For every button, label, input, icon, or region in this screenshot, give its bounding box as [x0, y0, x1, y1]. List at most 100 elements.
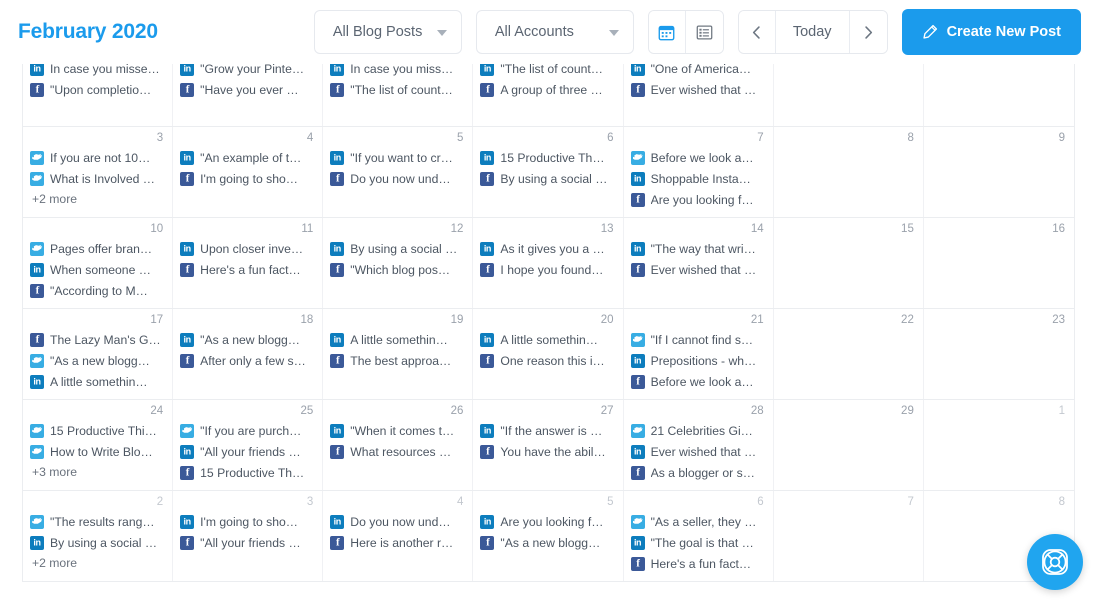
calendar-event[interactable]: "The way that wri…	[630, 238, 766, 259]
calendar-event[interactable]: Before we look a…	[630, 147, 766, 168]
calendar-event[interactable]: "Have you ever …	[180, 79, 315, 100]
calendar-day-cell[interactable]: 5Are you looking f… "As a new blogg…	[473, 491, 624, 581]
calendar-event[interactable]: "An example of t…	[180, 147, 315, 168]
calendar-event[interactable]: Ever wished that …	[630, 441, 766, 462]
calendar-event[interactable]: After only a few s…	[180, 350, 315, 371]
calendar-event[interactable]: "As a new blogg…	[480, 532, 615, 553]
calendar-day-cell[interactable]: 7	[774, 491, 924, 581]
calendar-event[interactable]: Do you now und…	[330, 168, 465, 189]
calendar-day-cell[interactable]: 4 Do you now und… Here is another r…	[323, 491, 474, 581]
calendar-event[interactable]: I hope you found…	[480, 259, 615, 280]
calendar-event[interactable]: In case you miss…	[330, 64, 465, 79]
calendar-day-cell[interactable]: 3 If you are not 10… What is Involved … +2 …	[23, 127, 174, 217]
calendar-event[interactable]: Are you looking f…	[480, 511, 615, 532]
calendar-day-cell[interactable]: 24 15 Productive Thi… How to Write Blo… +3 …	[23, 400, 174, 490]
calendar-event[interactable]: As it gives you a …	[480, 238, 615, 259]
calendar-event[interactable]: When someone …	[30, 259, 165, 280]
calendar-day-cell[interactable]: 30"The list of count…A group of three …	[473, 64, 624, 126]
calendar-day-cell[interactable]: 615 Productive Th… By using a social …	[473, 127, 624, 217]
calendar-day-cell[interactable]: 16	[924, 218, 1074, 308]
calendar-day-cell[interactable]: 29In case you miss…"The list of count…	[323, 64, 474, 126]
calendar-event[interactable]: One reason this i…	[480, 350, 615, 371]
calendar-event[interactable]: "As a new blogg…	[180, 329, 315, 350]
calendar-event[interactable]: What is Involved …	[30, 168, 165, 189]
calendar-event[interactable]: Here's a fun fact…	[180, 259, 315, 280]
calendar-event[interactable]: "If I cannot find s…	[630, 329, 766, 350]
calendar-day-cell[interactable]: 8	[774, 127, 924, 217]
calendar-event[interactable]: "All your friends …	[180, 441, 315, 462]
calendar-day-cell[interactable]: 14 "The way that wri… Ever wished that …	[624, 218, 774, 308]
calendar-day-cell[interactable]: 13 As it gives you a … I hope you found…	[473, 218, 624, 308]
calendar-day-cell[interactable]: 1	[924, 400, 1074, 490]
calendar-event[interactable]: A little somethin…	[330, 329, 465, 350]
calendar-event[interactable]: "The goal is that …	[630, 532, 766, 553]
more-events-link[interactable]: +2 more	[30, 553, 165, 574]
calendar-event[interactable]: I'm going to sho…	[180, 168, 315, 189]
support-button[interactable]	[1027, 534, 1083, 590]
calendar-day-cell[interactable]: 3 I'm going to sho… "All your friends …	[173, 491, 324, 581]
calendar-event[interactable]: If you are not 10…	[30, 147, 165, 168]
calendar-day-cell[interactable]: 19A little somethin… The best approa…	[323, 309, 474, 399]
calendar-scroll-area[interactable]: 27In case you misse…"Upon completio… 28 "G…	[0, 64, 1097, 610]
calendar-day-cell[interactable]: 11 Upon closer inve… Here's a fun fact…	[173, 218, 324, 308]
calendar-day-cell[interactable]: 31"One of America…Ever wished that …	[624, 64, 774, 126]
calendar-day-cell[interactable]: 4 "An example of t… I'm going to sho…	[173, 127, 324, 217]
calendar-event[interactable]: 15 Productive Thi…	[30, 420, 165, 441]
accounts-filter[interactable]: All Accounts	[475, 10, 634, 54]
calendar-event[interactable]: "Upon completio…	[30, 79, 165, 100]
calendar-event[interactable]: Here's a fun fact…	[630, 553, 766, 574]
calendar-event[interactable]: By using a social …	[480, 168, 615, 189]
calendar-day-cell[interactable]: 7Before we look a… Shoppable Insta… Are yo…	[624, 127, 774, 217]
calendar-view-button[interactable]	[648, 11, 686, 53]
calendar-event[interactable]: 21 Celebrities Gi…	[630, 420, 766, 441]
calendar-day-cell[interactable]: 15	[774, 218, 924, 308]
calendar-event[interactable]: "Which blog pos…	[330, 259, 465, 280]
calendar-event[interactable]: I'm going to sho…	[180, 511, 315, 532]
calendar-event[interactable]: "If you want to cr…	[330, 147, 465, 168]
calendar-event[interactable]: Pages offer bran…	[30, 238, 165, 259]
calendar-day-cell[interactable]: 22	[774, 309, 924, 399]
today-button[interactable]: Today	[775, 11, 850, 53]
calendar-event[interactable]: Shoppable Insta…	[630, 168, 766, 189]
calendar-event[interactable]: Upon closer inve…	[180, 238, 315, 259]
calendar-event[interactable]: What resources …	[330, 441, 465, 462]
calendar-event[interactable]: Do you now und…	[330, 511, 465, 532]
calendar-event[interactable]: "If the answer is …	[480, 420, 615, 441]
calendar-event[interactable]: As a blogger or s…	[630, 462, 766, 483]
calendar-day-cell[interactable]: 17 The Lazy Man's G… "As a new blogg… A lit…	[23, 309, 174, 399]
calendar-event[interactable]: Before we look a…	[630, 371, 766, 392]
blog-posts-filter[interactable]: All Blog Posts	[313, 10, 462, 54]
create-new-post-button[interactable]: Create New Post	[901, 9, 1081, 55]
calendar-day-cell[interactable]: 21 "If I cannot find s… Prepositions - wh……	[624, 309, 774, 399]
calendar-event[interactable]: "When it comes t…	[330, 420, 465, 441]
calendar-event[interactable]: How to Write Blo…	[30, 441, 165, 462]
calendar-event[interactable]: In case you misse…	[30, 64, 165, 79]
calendar-day-cell[interactable]: 1	[774, 64, 924, 126]
calendar-event[interactable]: Are you looking f…	[630, 189, 766, 210]
calendar-event[interactable]: Ever wished that …	[630, 79, 766, 100]
calendar-day-cell[interactable]: 5 "If you want to cr… Do you now und…	[323, 127, 474, 217]
calendar-event[interactable]: A group of three …	[480, 79, 615, 100]
calendar-day-cell[interactable]: 27In case you misse…"Upon completio…	[23, 64, 174, 126]
calendar-day-cell[interactable]: 2	[924, 64, 1074, 126]
calendar-day-cell[interactable]: 26 "When it comes t… What resources …	[323, 400, 474, 490]
calendar-day-cell[interactable]: 9	[924, 127, 1074, 217]
calendar-event[interactable]: The best approa…	[330, 350, 465, 371]
calendar-event[interactable]: Here is another r…	[330, 532, 465, 553]
calendar-event[interactable]: "The list of count…	[330, 79, 465, 100]
calendar-day-cell[interactable]: 12 By using a social … "Which blog pos…	[323, 218, 474, 308]
calendar-event[interactable]: 15 Productive Th…	[480, 147, 615, 168]
calendar-event[interactable]: "The results rang…	[30, 511, 165, 532]
next-period-button[interactable]	[849, 11, 887, 53]
prev-period-button[interactable]	[738, 11, 776, 53]
calendar-day-cell[interactable]: 20A little somethin… One reason this i…	[473, 309, 624, 399]
calendar-day-cell[interactable]: 27 "If the answer is … You have the abil…	[473, 400, 624, 490]
calendar-event[interactable]: "Grow your Pinte…	[180, 64, 315, 79]
calendar-event[interactable]: "According to M…	[30, 280, 165, 301]
calendar-day-cell[interactable]: 6"As a seller, they … "The goal is that ……	[624, 491, 774, 581]
more-events-link[interactable]: +2 more	[30, 189, 165, 210]
calendar-event[interactable]: "The list of count…	[480, 64, 615, 79]
more-events-link[interactable]: +3 more	[30, 462, 165, 483]
calendar-event[interactable]: Prepositions - wh…	[630, 350, 766, 371]
calendar-day-cell[interactable]: 28 21 Celebrities Gi… Ever wished that … As…	[624, 400, 774, 490]
